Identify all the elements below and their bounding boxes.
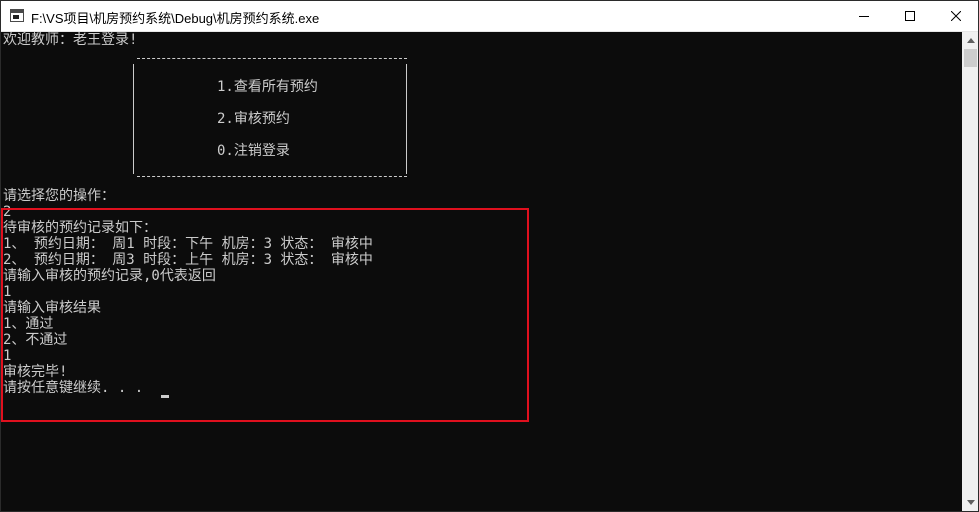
title-bar[interactable]: F:\VS项目\机房预约系统\Debug\机房预约系统.exe	[1, 1, 978, 32]
maximize-icon	[905, 11, 915, 21]
vertical-scrollbar[interactable]	[962, 32, 978, 511]
menu-top-border	[137, 58, 407, 59]
welcome-line: 欢迎教师：老王登录!	[3, 32, 138, 48]
scroll-up-button[interactable]	[962, 32, 978, 49]
menu-bottom-border	[137, 176, 407, 177]
highlight-box	[1, 208, 529, 422]
close-button[interactable]	[933, 1, 978, 31]
menu-right-border	[406, 64, 407, 174]
console-app-icon[interactable]	[10, 9, 24, 22]
scroll-down-button[interactable]	[962, 494, 978, 511]
menu-left-border	[133, 64, 134, 174]
console-window: F:\VS项目\机房预约系统\Debug\机房预约系统.exe 欢迎教师：老王登…	[0, 0, 979, 512]
prompt-line: 请选择您的操作：	[3, 188, 115, 204]
chevron-down-icon	[966, 500, 975, 505]
minimize-button[interactable]	[841, 1, 887, 31]
menu-item-view-all: 1.查看所有预约	[217, 79, 318, 95]
window-title: F:\VS项目\机房预约系统\Debug\机房预约系统.exe	[31, 11, 320, 26]
console-output[interactable]: 欢迎教师：老王登录! 1.查看所有预约 2.审核预约 0.注销登录 请选择您的操…	[1, 32, 962, 511]
minimize-icon	[859, 16, 869, 17]
menu-box: 1.查看所有预约 2.审核预约 0.注销登录	[133, 58, 407, 177]
close-icon	[951, 11, 961, 21]
maximize-button[interactable]	[887, 1, 933, 31]
chevron-up-icon	[966, 38, 975, 43]
scroll-thumb[interactable]	[964, 49, 977, 67]
menu-item-logout: 0.注销登录	[217, 143, 290, 159]
menu-item-review: 2.审核预约	[217, 111, 290, 127]
